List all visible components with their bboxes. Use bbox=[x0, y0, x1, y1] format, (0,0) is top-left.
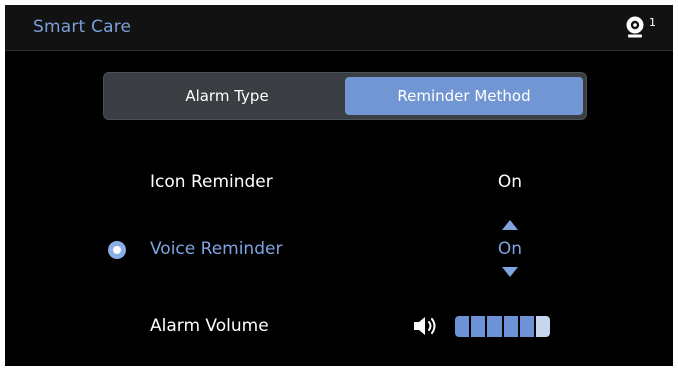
value-down-arrow-icon[interactable] bbox=[502, 267, 518, 277]
smart-care-screen: Smart Care 1 Alarm Type Reminder Method … bbox=[5, 5, 673, 366]
alarm-volume-slider[interactable] bbox=[455, 316, 551, 337]
camera-status: 1 bbox=[623, 15, 659, 41]
volume-segment bbox=[519, 316, 534, 337]
camera-icon bbox=[626, 16, 644, 38]
camera-count: 1 bbox=[649, 16, 656, 29]
alarm-volume-label[interactable]: Alarm Volume bbox=[150, 316, 269, 336]
volume-segment bbox=[503, 316, 518, 337]
header-bar: Smart Care 1 bbox=[5, 5, 673, 51]
icon-reminder-label[interactable]: Icon Reminder bbox=[150, 172, 273, 192]
volume-segment bbox=[455, 316, 470, 337]
voice-reminder-value[interactable]: On bbox=[475, 239, 545, 259]
voice-reminder-label[interactable]: Voice Reminder bbox=[150, 239, 282, 259]
tab-alarm-type[interactable]: Alarm Type bbox=[108, 77, 346, 115]
selection-indicator-icon bbox=[108, 241, 126, 259]
volume-segment bbox=[487, 316, 502, 337]
volume-segment bbox=[471, 316, 486, 337]
tab-bar: Alarm Type Reminder Method bbox=[103, 72, 587, 120]
volume-segment bbox=[535, 316, 551, 337]
icon-reminder-value[interactable]: On bbox=[475, 172, 545, 192]
speaker-icon bbox=[414, 317, 436, 335]
page-title: Smart Care bbox=[33, 17, 132, 37]
tab-reminder-method[interactable]: Reminder Method bbox=[345, 77, 583, 115]
value-up-arrow-icon[interactable] bbox=[502, 220, 518, 230]
